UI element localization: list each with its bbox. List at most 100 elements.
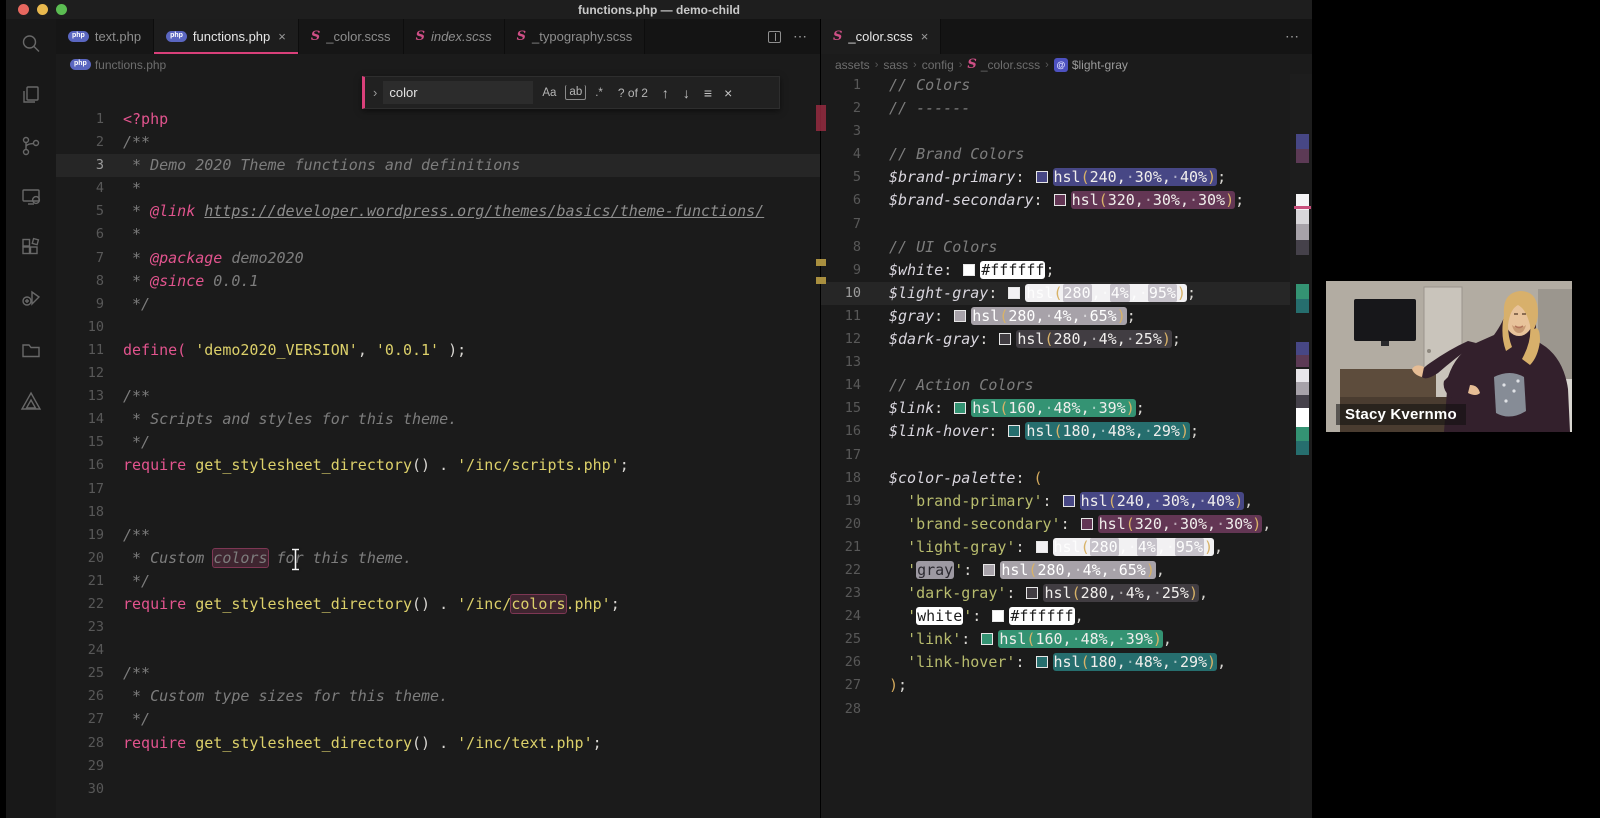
tab-index-scss[interactable]: Sindex.scss bbox=[403, 19, 505, 54]
code-line[interactable]: 4 // Brand Colors bbox=[821, 143, 1312, 166]
breadcrumb-item[interactable]: assets bbox=[835, 58, 870, 72]
color-swatch[interactable] bbox=[1008, 286, 1021, 299]
code-line[interactable]: 1 <?php bbox=[56, 108, 820, 131]
left-editor[interactable]: 1 <?php 2 /** 3 * Demo 2020 Theme functions … bbox=[56, 108, 820, 801]
code-line[interactable]: 24 'white': #ffffff, bbox=[821, 605, 1312, 628]
code-line[interactable]: 2 /** bbox=[56, 131, 820, 154]
color-swatch[interactable] bbox=[1062, 494, 1075, 507]
color-swatch[interactable] bbox=[1035, 656, 1048, 669]
code-line[interactable]: 19 'brand-primary': hsl(240,·30%,·40%), bbox=[821, 490, 1312, 513]
tab-functions-php[interactable]: php functions.php × bbox=[154, 19, 299, 54]
more-actions-icon[interactable]: ⋯ bbox=[793, 28, 808, 45]
color-swatch[interactable] bbox=[1026, 587, 1039, 600]
code-line[interactable]: 21 */ bbox=[56, 570, 820, 593]
code-line[interactable]: 8 // UI Colors bbox=[821, 236, 1312, 259]
code-line[interactable]: 7 bbox=[821, 213, 1312, 236]
code-line[interactable]: 14 * Scripts and styles for this theme. bbox=[56, 408, 820, 431]
code-line[interactable]: 7 * @package demo2020 bbox=[56, 247, 820, 270]
code-line[interactable]: 26 'link-hover': hsl(180,·48%,·29%), bbox=[821, 651, 1312, 674]
code-line[interactable]: 25 'link': hsl(160,·48%,·39%), bbox=[821, 628, 1312, 651]
match-case-icon[interactable]: Aa bbox=[539, 86, 559, 100]
breadcrumb-item[interactable]: S _color.scss bbox=[967, 57, 1040, 72]
code-line[interactable]: 18 $color-palette: ( bbox=[821, 467, 1312, 490]
code-line[interactable]: 10 $light-gray: hsl(280,·4%,·95%); bbox=[821, 281, 1312, 305]
color-swatch[interactable] bbox=[1053, 194, 1066, 207]
code-line[interactable]: 13 bbox=[821, 351, 1312, 374]
code-line[interactable]: 17 bbox=[821, 444, 1312, 467]
code-line[interactable]: 16 require get_stylesheet_directory() . '… bbox=[56, 454, 820, 477]
code-line[interactable]: 4 * bbox=[56, 177, 820, 200]
color-swatch[interactable] bbox=[1008, 425, 1021, 438]
regex-icon[interactable]: .* bbox=[592, 86, 606, 100]
code-line[interactable]: 22 require get_stylesheet_directory() . '… bbox=[56, 593, 820, 616]
tab--color-scss[interactable]: S _color.scss bbox=[298, 19, 404, 54]
folder-icon[interactable] bbox=[17, 336, 45, 364]
run-debug-icon[interactable] bbox=[17, 285, 45, 313]
code-line[interactable]: 6 * bbox=[56, 223, 820, 246]
code-line[interactable]: 20 'brand-secondary': hsl(320,·30%,·30%)… bbox=[821, 513, 1312, 536]
color-swatch[interactable] bbox=[981, 633, 994, 646]
more-actions-icon[interactable]: ⋯ bbox=[1285, 28, 1300, 45]
code-line[interactable]: 9 */ bbox=[56, 293, 820, 316]
code-line[interactable]: 30 bbox=[56, 778, 820, 801]
code-line[interactable]: 9 $white: #ffffff; bbox=[821, 259, 1312, 282]
triangle-logo-icon[interactable] bbox=[17, 387, 45, 415]
code-line[interactable]: 6 $brand-secondary: hsl(320,·30%,·30%); bbox=[821, 189, 1312, 212]
tab-text-php[interactable]: php text.php bbox=[56, 19, 155, 54]
code-line[interactable]: 18 bbox=[56, 501, 820, 524]
code-line[interactable]: 25 /** bbox=[56, 662, 820, 685]
find-input[interactable] bbox=[383, 81, 534, 104]
code-line[interactable]: 3 * Demo 2020 Theme functions and defini… bbox=[56, 154, 820, 178]
color-swatch[interactable] bbox=[954, 309, 967, 322]
code-line[interactable]: 15 $link: hsl(160,·48%,·39%); bbox=[821, 397, 1312, 420]
whole-word-icon[interactable]: ab bbox=[565, 84, 587, 101]
tab-close-icon[interactable]: × bbox=[921, 29, 929, 44]
code-line[interactable]: 1 // Colors bbox=[821, 74, 1312, 97]
code-line[interactable]: 28 require get_stylesheet_directory() . '… bbox=[56, 732, 820, 755]
code-line[interactable]: 13 /** bbox=[56, 385, 820, 408]
find-previous-icon[interactable]: ↑ bbox=[662, 85, 669, 101]
code-line[interactable]: 3 bbox=[821, 120, 1312, 143]
code-line[interactable]: 5 * @link https://developer.wordpress.or… bbox=[56, 200, 820, 223]
code-line[interactable]: 14 // Action Colors bbox=[821, 374, 1312, 397]
breadcrumb-item[interactable]: sass bbox=[883, 58, 908, 72]
color-swatch[interactable] bbox=[983, 563, 996, 576]
files-icon[interactable] bbox=[17, 81, 45, 109]
code-line[interactable]: 27); bbox=[821, 674, 1312, 697]
split-editor-icon[interactable] bbox=[768, 30, 781, 43]
color-swatch[interactable] bbox=[963, 263, 976, 276]
color-swatch[interactable] bbox=[999, 333, 1012, 346]
find-next-icon[interactable]: ↓ bbox=[683, 85, 690, 101]
color-swatch[interactable] bbox=[1035, 540, 1048, 553]
code-line[interactable]: 23 bbox=[56, 616, 820, 639]
code-line[interactable]: 21 'light-gray': hsl(280,·4%,·95%), bbox=[821, 536, 1312, 559]
code-line[interactable]: 5 $brand-primary: hsl(240,·30%,·40%); bbox=[821, 166, 1312, 189]
extensions-icon[interactable] bbox=[17, 234, 45, 262]
code-line[interactable]: 11 define( 'demo2020_VERSION', '0.0.1' ); bbox=[56, 339, 820, 362]
right-editor[interactable]: 1 // Colors 2 // ------ 3 4 // Brand Colors 5 $b… bbox=[821, 74, 1312, 721]
search-icon[interactable] bbox=[17, 30, 45, 58]
remote-explorer-icon[interactable] bbox=[17, 183, 45, 211]
code-line[interactable]: 27 */ bbox=[56, 708, 820, 731]
code-line[interactable]: 17 bbox=[56, 478, 820, 501]
find-close-icon[interactable]: × bbox=[724, 85, 732, 101]
code-line[interactable]: 16 $link-hover: hsl(180,·48%,·29%); bbox=[821, 420, 1312, 443]
code-line[interactable]: 22 'gray': hsl(280,·4%,·65%), bbox=[821, 559, 1312, 582]
code-line[interactable]: 2 // ------ bbox=[821, 97, 1312, 120]
breadcrumb-item[interactable]: @ $light-gray bbox=[1053, 57, 1128, 72]
find-expand-chevron-icon[interactable]: › bbox=[373, 85, 377, 100]
left-breadcrumb[interactable]: php functions.php bbox=[56, 54, 820, 75]
breadcrumb-item[interactable]: php functions.php bbox=[70, 58, 166, 72]
code-line[interactable]: 15 */ bbox=[56, 431, 820, 454]
find-in-selection-icon[interactable]: ≡ bbox=[704, 85, 712, 101]
color-swatch[interactable] bbox=[1080, 517, 1093, 530]
color-swatch[interactable] bbox=[1035, 171, 1048, 184]
tab-close-icon[interactable]: × bbox=[278, 29, 286, 44]
code-line[interactable]: 12 $dark-gray: hsl(280,·4%,·25%); bbox=[821, 328, 1312, 351]
tab--color-scss[interactable]: S _color.scss × bbox=[821, 19, 942, 54]
color-swatch[interactable] bbox=[954, 402, 967, 415]
right-breadcrumb[interactable]: assets › sass › config › S _color.scss › @ $light-… bbox=[821, 54, 1312, 75]
code-line[interactable]: 29 bbox=[56, 755, 820, 778]
code-line[interactable]: 8 * @since 0.0.1 bbox=[56, 270, 820, 293]
code-line[interactable]: 19 /** bbox=[56, 524, 820, 547]
